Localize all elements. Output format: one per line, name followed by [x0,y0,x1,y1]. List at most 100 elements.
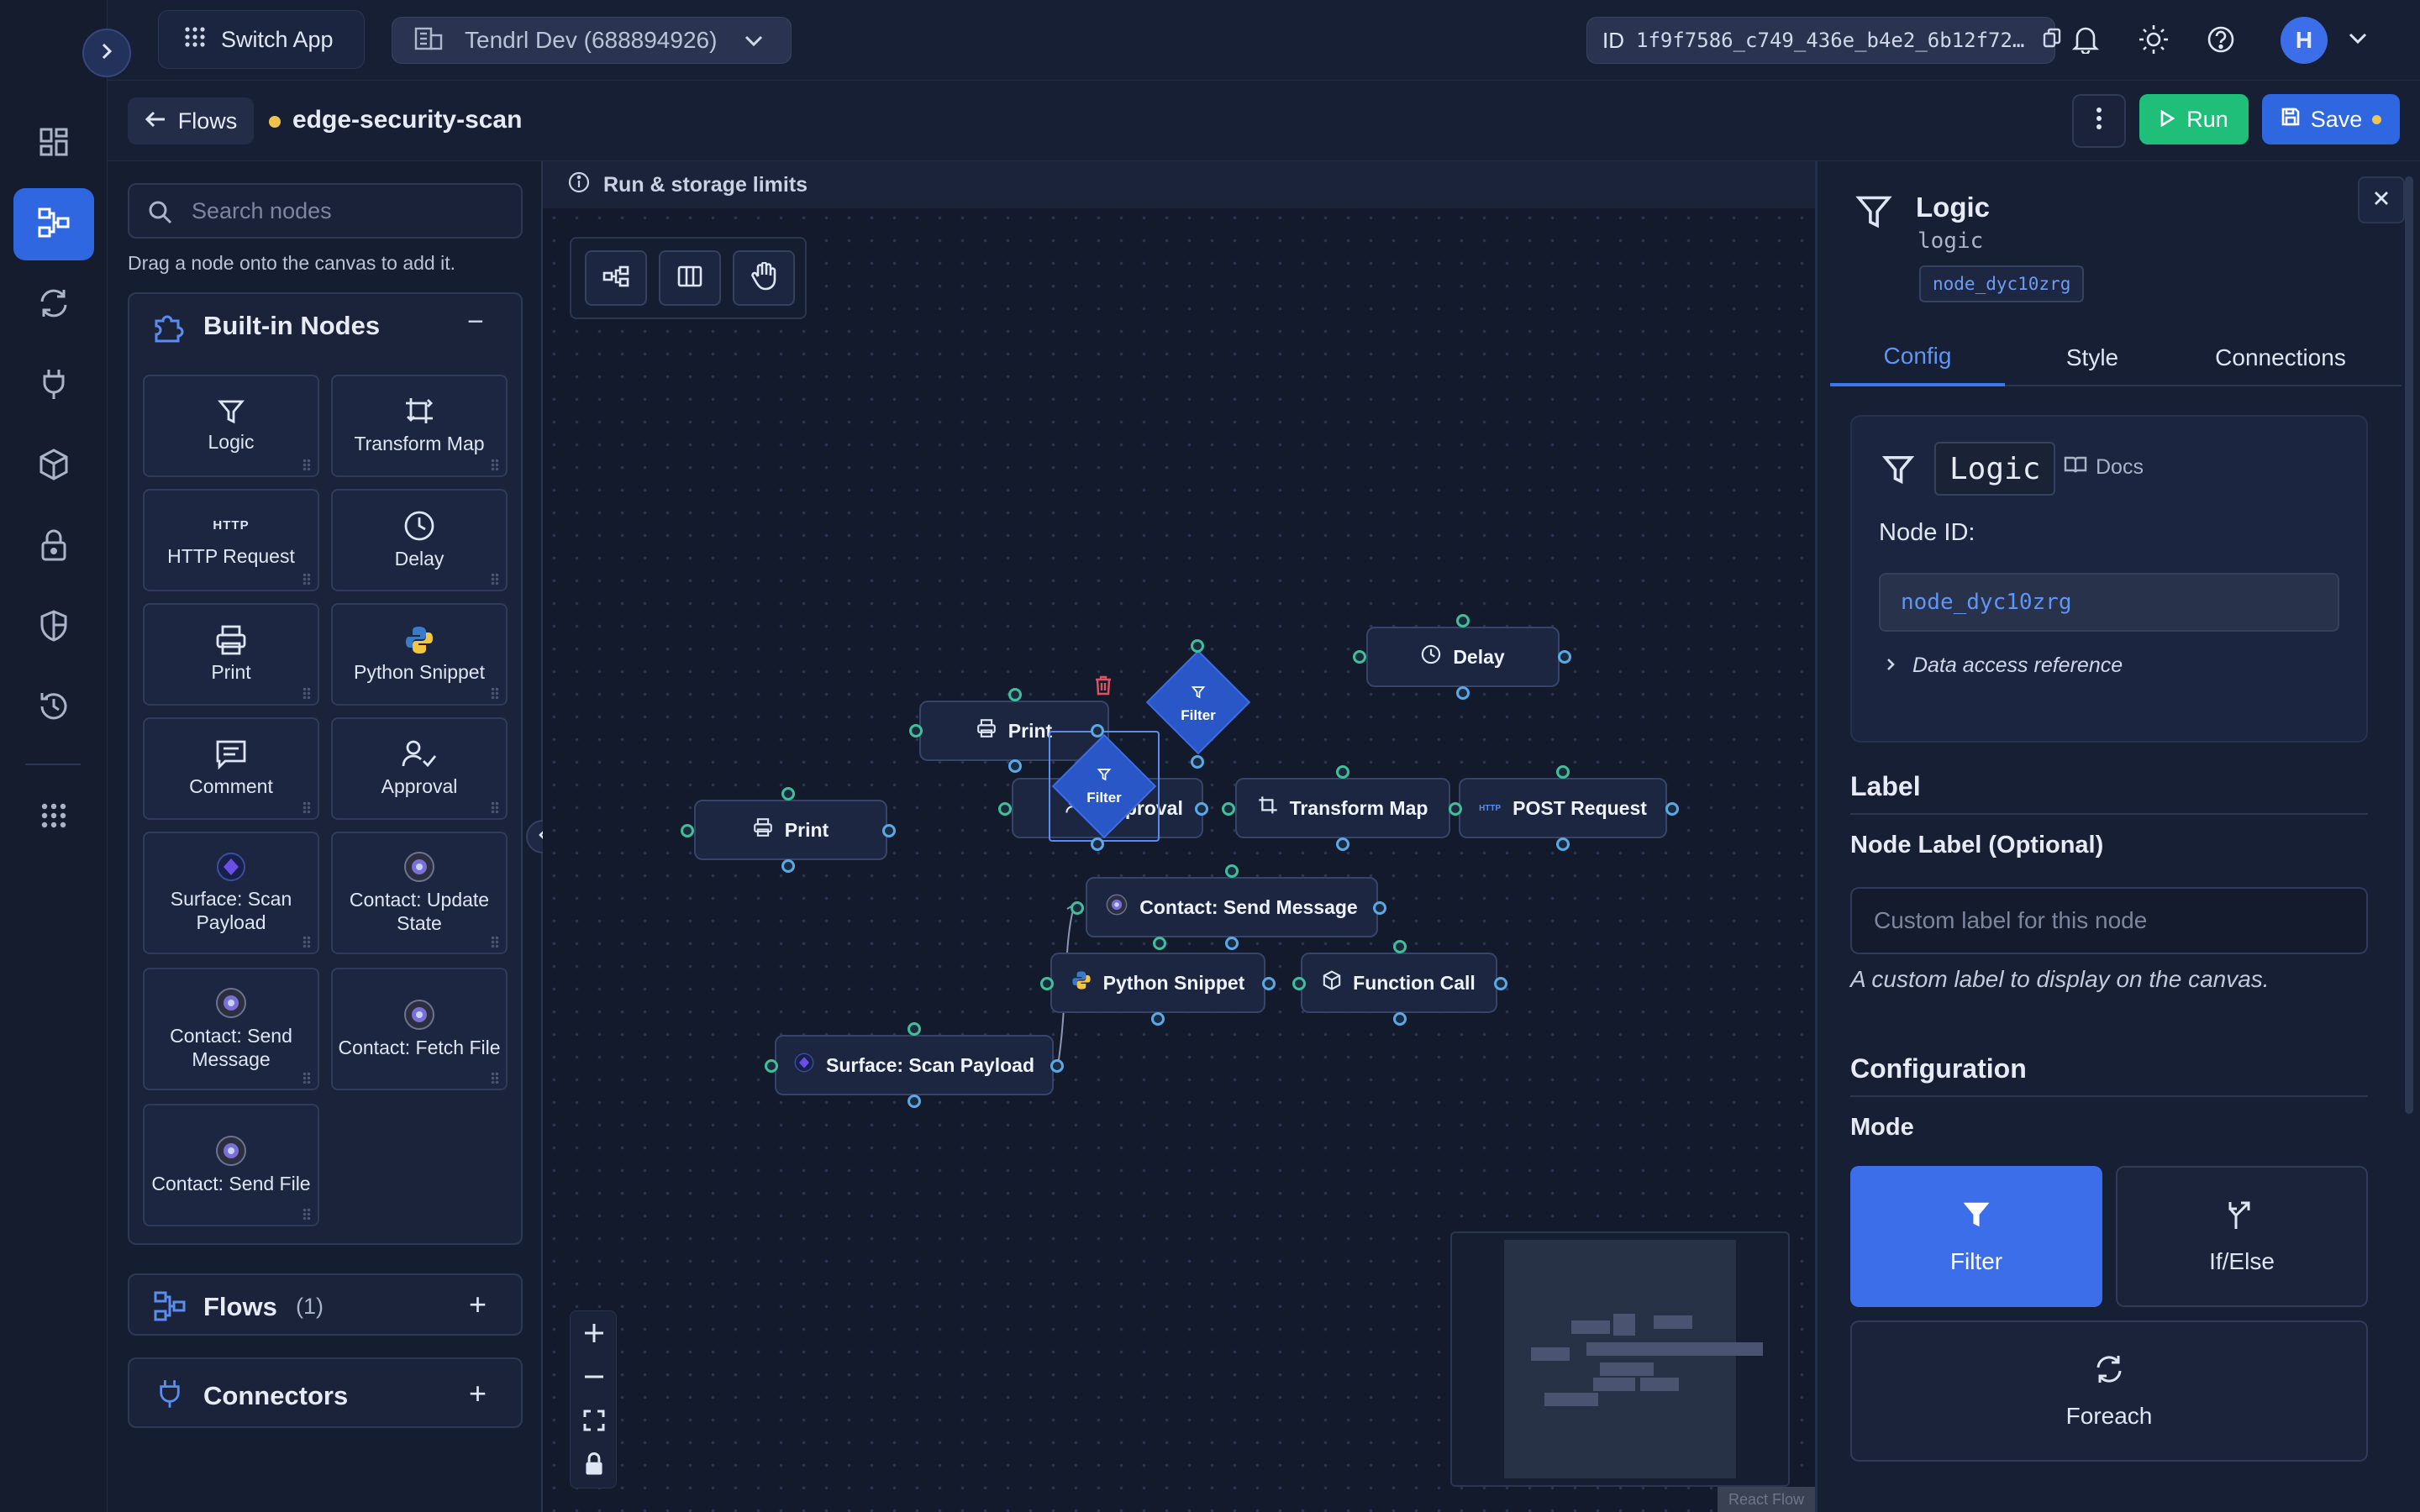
node-handle[interactable] [1373,901,1386,915]
canvas-node-contact-send-message[interactable]: Contact: Send Message [1086,877,1378,937]
python-icon [1071,970,1092,995]
printer-icon [976,719,997,743]
node-handle[interactable] [1556,765,1570,779]
minimap-node [1640,1378,1679,1391]
mode-foreach-button[interactable]: Foreach [1850,1320,2368,1462]
node-handle[interactable] [1494,977,1507,990]
contact-icon [1106,894,1128,921]
canvas-node-function-call[interactable]: Function Call [1301,953,1497,1013]
book-icon [2064,455,2087,480]
node-label: Delay [1453,645,1505,668]
node-handle[interactable] [1393,1012,1407,1026]
node-handle[interactable] [1091,724,1104,738]
minimap-node [1600,1362,1654,1376]
node-handle[interactable] [908,1022,921,1036]
tab-config[interactable]: Config [1830,329,2005,386]
canvas-node-post-request[interactable]: HTTP POST Request [1459,778,1667,838]
node-handle[interactable] [1558,650,1571,664]
node-handle[interactable] [908,1095,921,1108]
node-label: Function Call [1353,971,1476,994]
canvas-node-delay[interactable]: Delay [1366,627,1560,687]
mode-filter-button[interactable]: Filter [1850,1166,2102,1307]
canvas-node-print[interactable]: Print [694,800,887,860]
mode-if-else-button[interactable]: If/Else [2116,1166,2368,1307]
node-handle[interactable] [1195,802,1208,816]
zoom-in-icon[interactable] [582,1321,606,1349]
node-label: Transform Map [1289,796,1428,819]
chevron-right-icon [1886,654,1896,678]
node-handle[interactable] [1091,837,1104,851]
filter-icon [1881,454,1915,490]
node-handle[interactable] [1292,977,1306,990]
fit-view-icon[interactable] [582,1409,606,1436]
node-handle[interactable] [1050,1059,1064,1073]
node-handle[interactable] [1225,864,1239,878]
minimap-node [1544,1393,1598,1406]
tab-label: Connections [2215,344,2346,370]
panel-scrollbar[interactable] [2405,176,2413,1114]
tab-connections[interactable]: Connections [2180,329,2381,386]
react-flow-attribution[interactable]: React Flow [1718,1487,1815,1512]
canvas-node-transform-map[interactable]: Transform Map [1235,778,1450,838]
filter-icon [1960,1199,1992,1236]
transform-icon [1258,795,1278,821]
node-handle[interactable] [1665,802,1679,816]
node-label-input[interactable]: Custom label for this node [1850,887,2368,954]
node-label-title: Node Label (Optional) [1850,832,2104,858]
node-handle[interactable] [1336,837,1349,851]
node-handle[interactable] [1040,977,1054,990]
node-id-label: Node ID: [1879,519,1975,546]
node-handle[interactable] [1393,940,1407,953]
node-handle[interactable] [1222,802,1235,816]
configuration-heading: Configuration [1850,1053,2027,1084]
node-handle[interactable] [1071,901,1084,915]
node-handle[interactable] [1191,639,1204,653]
clock-icon [1421,644,1441,669]
close-panel-button[interactable] [2358,176,2405,223]
node-label: Surface: Scan Payload [826,1053,1034,1076]
docs-link[interactable]: Docs [2064,455,2144,480]
node-handle[interactable] [1456,686,1470,700]
delete-node-icon[interactable] [1094,675,1113,700]
lock-icon[interactable] [584,1452,604,1480]
zoom-out-icon[interactable] [582,1365,606,1393]
filter-icon [1097,768,1112,785]
node-id-field[interactable]: node_dyc10zrg [1879,573,2339,632]
node-handle[interactable] [1008,759,1022,773]
node-handle[interactable] [1262,977,1276,990]
node-handle[interactable] [909,724,923,738]
mode-label: Foreach [2065,1402,2153,1429]
node-handle[interactable] [1153,937,1166,950]
node-handle[interactable] [681,824,694,837]
node-handle[interactable] [1556,837,1570,851]
tab-style[interactable]: Style [2005,329,2180,386]
node-handle[interactable] [1353,650,1366,664]
node-handle[interactable] [765,1059,778,1073]
minimap[interactable] [1450,1231,1790,1487]
node-handle[interactable] [1225,937,1239,950]
node-label: Print [784,818,829,841]
node-handle[interactable] [1008,688,1022,701]
minimap-node [1571,1320,1610,1334]
node-id-chip[interactable]: node_dyc10zrg [1919,265,2085,302]
canvas-node-python-snippet[interactable]: Python Snippet [1050,953,1265,1013]
node-handle[interactable] [1191,755,1204,769]
surface-icon [794,1053,814,1078]
node-handle[interactable] [1449,802,1462,816]
canvas-node-surface-scan-payload[interactable]: Surface: Scan Payload [775,1035,1054,1095]
node-handle[interactable] [882,824,896,837]
tab-label: Config [1883,343,1952,369]
node-handle[interactable] [1456,614,1470,627]
minimap-node [1593,1378,1635,1391]
node-handle[interactable] [1336,765,1349,779]
node-label-help: A custom label to display on the canvas. [1850,966,2270,992]
node-label: Python Snippet [1102,971,1245,994]
minimap-node [1586,1342,1763,1356]
node-handle[interactable] [998,802,1012,816]
node-handle[interactable] [781,859,795,873]
node-handle[interactable] [781,787,795,801]
filter-icon [1855,193,1892,234]
minimap-node [1654,1315,1692,1329]
data-access-toggle[interactable]: Data access reference [1886,654,2123,678]
node-handle[interactable] [1151,1012,1165,1026]
